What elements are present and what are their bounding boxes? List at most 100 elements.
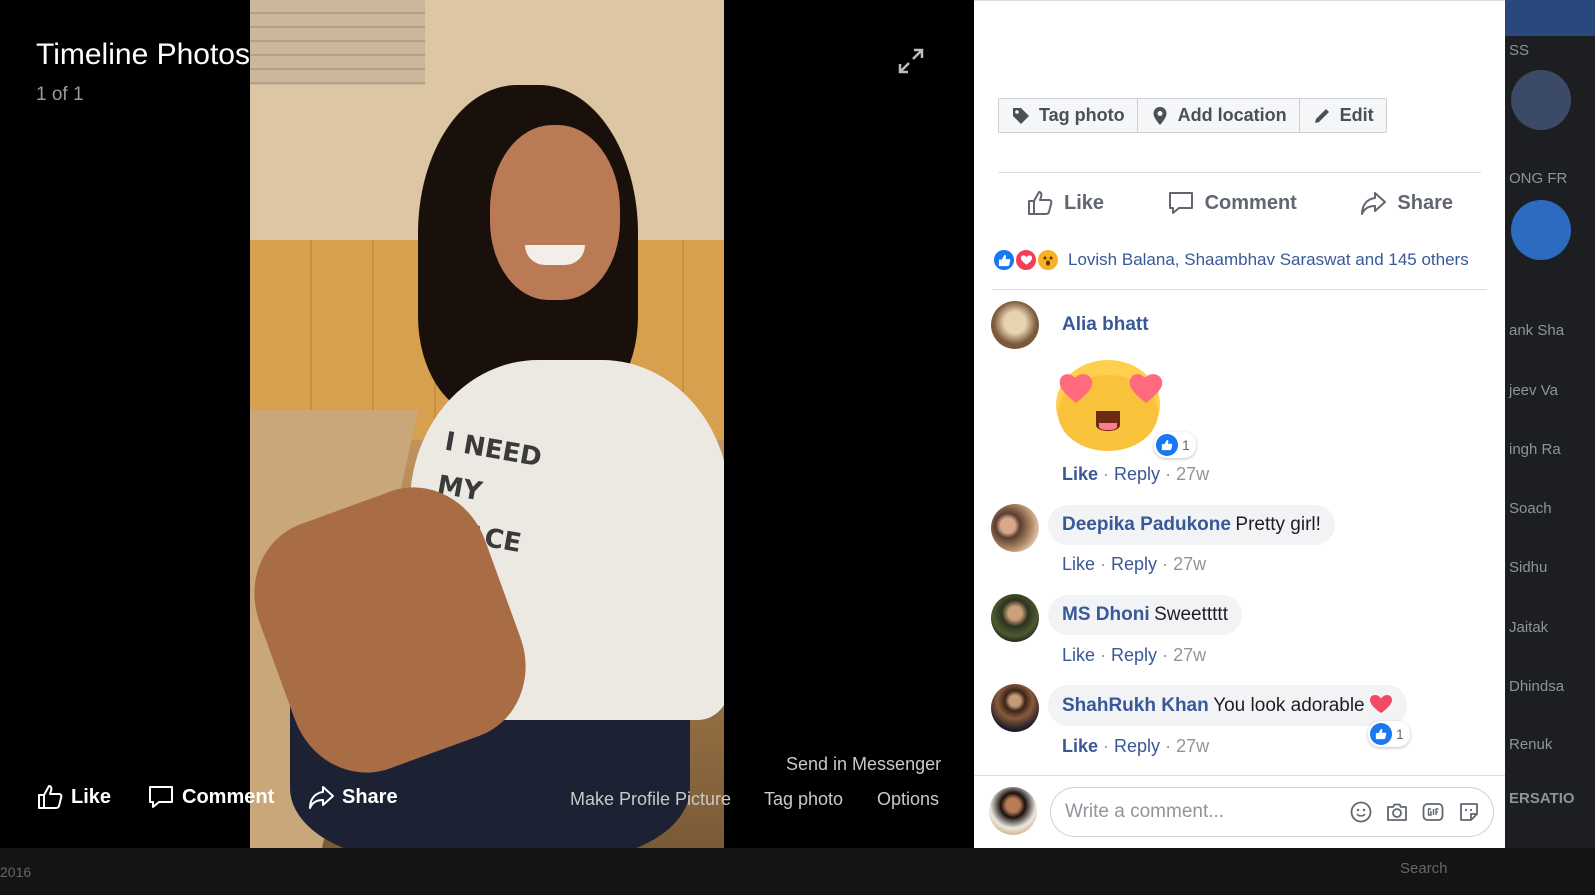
reactions-names[interactable]: Lovish Balana, Shaambhav Saraswat and 14…	[1068, 250, 1469, 270]
background-bottom-strip: 2016 Search	[0, 848, 1595, 895]
comment-reply-link[interactable]: Reply	[1114, 736, 1160, 756]
like-reaction-icon	[1370, 723, 1392, 745]
like-reaction-icon	[992, 248, 1016, 272]
camera-icon[interactable]	[1385, 800, 1409, 824]
expand-icon[interactable]	[896, 46, 926, 76]
options-link[interactable]: Options	[877, 789, 939, 810]
edit-button[interactable]: Edit	[1300, 99, 1386, 132]
divider	[998, 172, 1481, 173]
photo-counter: 1 of 1	[36, 84, 84, 105]
peek-label: ONG FR	[1509, 170, 1568, 187]
peek-avatar	[1511, 70, 1571, 130]
comment-meta: Like · Reply · 27w	[1062, 736, 1210, 756]
peek-label: ERSATIO	[1509, 790, 1575, 807]
comment-author[interactable]: Alia bhatt	[1062, 314, 1149, 336]
avatar[interactable]	[991, 504, 1039, 552]
reactions-summary[interactable]: Lovish Balana, Shaambhav Saraswat and 14…	[992, 248, 1469, 272]
comment-like-link[interactable]: Like	[1062, 554, 1095, 574]
love-reaction-icon	[1014, 248, 1038, 272]
thumbs-up-icon	[38, 785, 63, 809]
avatar[interactable]	[991, 301, 1039, 349]
photo-blinds	[250, 0, 425, 85]
background-page-peek: SS ONG FR ank Sha jeev Va ingh Ra Soach …	[1505, 0, 1595, 895]
viewer-comment-label: Comment	[182, 785, 275, 808]
peek-label: jeev Va	[1509, 382, 1558, 399]
tag-photo-label: Tag photo	[1039, 105, 1125, 125]
photo-side-panel: Tag photo Add location Edit Like Comment	[974, 0, 1505, 848]
comment-reaction-count[interactable]: 1	[1368, 721, 1410, 747]
comment-time[interactable]: 27w	[1173, 554, 1206, 574]
comment-reply-link[interactable]: Reply	[1114, 464, 1160, 484]
comment-text: Pretty girl!	[1235, 514, 1321, 535]
comment-like-link[interactable]: Like	[1062, 736, 1098, 756]
peek-label: ank Sha	[1509, 322, 1565, 339]
photo-toolbar: Tag photo Add location Edit	[998, 98, 1387, 133]
heart-emoji-icon	[1370, 695, 1393, 713]
emoji-icon[interactable]	[1349, 800, 1373, 824]
comment-icon	[1168, 192, 1193, 214]
photo-lightbox: SS ONG FR ank Sha jeev Va ingh Ra Soach …	[0, 0, 1595, 895]
comment-time[interactable]: 27w	[1176, 464, 1209, 484]
viewer-share-label: Share	[342, 785, 398, 808]
share-icon	[309, 786, 334, 809]
comment-like-link[interactable]: Like	[1062, 464, 1098, 484]
comment-author-name[interactable]: Alia bhatt	[1062, 314, 1149, 335]
comment-meta: Like · Reply · 27w	[1062, 645, 1207, 665]
like-reaction-icon	[1156, 434, 1178, 456]
comment-time[interactable]: 27w	[1176, 736, 1209, 756]
share-button[interactable]: Share	[1359, 184, 1453, 222]
comment-button[interactable]: Comment	[1167, 184, 1297, 222]
comment-reply-link[interactable]: Reply	[1111, 645, 1157, 665]
background-top-bar	[1505, 0, 1595, 36]
reaction-count: 1	[1182, 437, 1190, 453]
tag-photo-button[interactable]: Tag photo	[999, 99, 1138, 132]
comment-time[interactable]: 27w	[1173, 645, 1206, 665]
comment-reaction-count[interactable]: 1	[1154, 432, 1196, 458]
thumbs-up-icon	[1028, 191, 1053, 215]
wow-reaction-icon	[1036, 248, 1060, 272]
share-icon	[1361, 192, 1387, 215]
viewer-share-button[interactable]: Share	[307, 783, 398, 811]
add-location-button[interactable]: Add location	[1138, 99, 1300, 132]
post-actions: Like Comment Share	[998, 184, 1481, 222]
edit-label: Edit	[1339, 105, 1374, 125]
like-button[interactable]: Like	[1026, 184, 1104, 222]
reaction-count: 1	[1396, 726, 1404, 742]
sticker-icon[interactable]	[1457, 800, 1481, 824]
peek-label: Dhindsa	[1509, 678, 1565, 695]
comment-author-name[interactable]: MS Dhoni	[1062, 604, 1150, 625]
comment-author-name[interactable]: ShahRukh Khan	[1062, 695, 1209, 716]
bottom-search: Search	[1400, 860, 1448, 877]
viewer-like-button[interactable]: Like	[36, 783, 111, 811]
viewer-comment-button[interactable]: Comment	[147, 783, 274, 811]
peek-label: Sidhu	[1509, 559, 1548, 576]
peek-label: SS	[1509, 42, 1530, 59]
comment-input[interactable]	[1065, 801, 1335, 823]
gif-icon[interactable]	[1421, 800, 1445, 824]
make-profile-picture-link[interactable]: Make Profile Picture	[570, 789, 731, 810]
composer-icons	[1349, 800, 1481, 824]
photo[interactable]: I NEED MY SPACE	[250, 0, 724, 848]
comment-meta: Like · Reply · 27w	[1062, 464, 1210, 484]
comment-bubble: ShahRukh Khan You look adorable	[1048, 685, 1408, 726]
peek-label: ingh Ra	[1509, 441, 1561, 458]
heart-eyes-sticker-icon	[1056, 360, 1163, 451]
divider	[992, 289, 1487, 290]
peek-label: Soach	[1509, 500, 1552, 517]
tag-photo-link[interactable]: Tag photo	[764, 789, 843, 810]
send-in-messenger-link[interactable]: Send in Messenger	[786, 754, 941, 775]
avatar[interactable]	[991, 684, 1039, 732]
comment-label: Comment	[1204, 191, 1297, 214]
current-user-avatar[interactable]	[989, 787, 1037, 835]
avatar[interactable]	[991, 594, 1039, 642]
photo-face	[490, 125, 620, 300]
comment-reply-link[interactable]: Reply	[1111, 554, 1157, 574]
photo-viewer: I NEED MY SPACE Timeline Photos 1 of 1 L…	[0, 0, 974, 848]
viewer-like-label: Like	[71, 785, 112, 808]
comment-author-name[interactable]: Deepika Padukone	[1062, 514, 1231, 535]
comment-bubble: Deepika Padukone Pretty girl!	[1048, 505, 1335, 545]
comment-meta: Like · Reply · 27w	[1062, 554, 1207, 574]
comment-like-link[interactable]: Like	[1062, 645, 1095, 665]
comment-composer[interactable]	[1050, 787, 1494, 837]
tag-icon	[1013, 107, 1029, 124]
